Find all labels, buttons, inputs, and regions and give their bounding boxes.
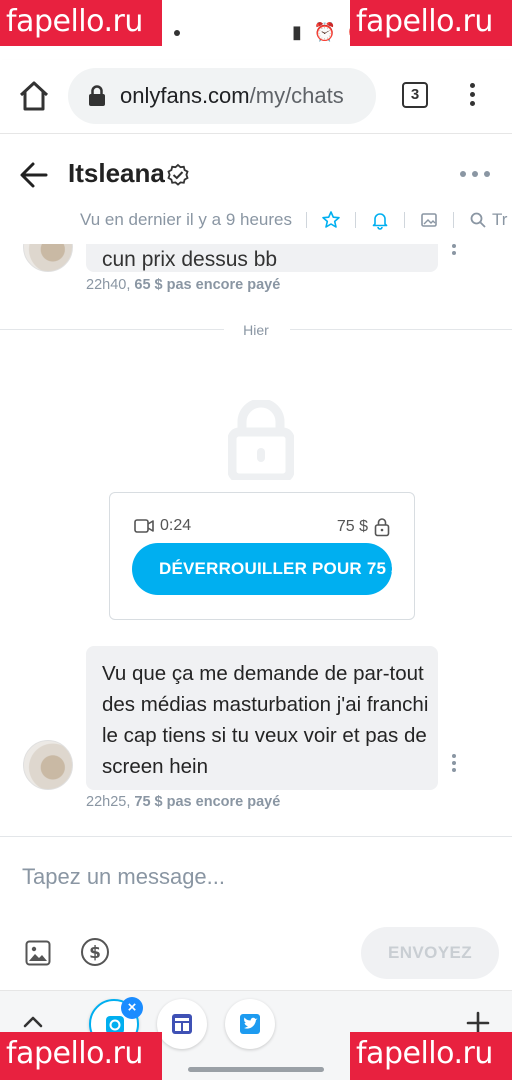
message-bubble[interactable]: Vu que ça me demande de par-tout des méd… xyxy=(86,646,438,790)
message-input[interactable] xyxy=(0,851,512,903)
close-icon[interactable]: × xyxy=(121,997,143,1019)
unlock-button[interactable]: DÉVERROUILLER POUR 75 $ xyxy=(132,543,392,595)
star-icon[interactable] xyxy=(321,210,341,230)
message-meta: 22h40, 65 $ pas encore payé xyxy=(86,277,280,293)
message-list[interactable]: cun prix dessus bb 22h40, 65 $ pas encor… xyxy=(0,244,512,836)
message-options-icon[interactable] xyxy=(451,754,457,776)
battery-saver-icon: ▮ xyxy=(292,22,302,42)
locked-media-icon xyxy=(228,400,294,480)
app-shortcut-twitter[interactable] xyxy=(225,999,275,1049)
watermark-bottom-right: fapello.ru xyxy=(350,1032,512,1080)
message-meta: 22h25, 75 $ pas encore payé xyxy=(86,794,280,810)
home-icon[interactable] xyxy=(16,78,52,114)
video-duration: 0:24 xyxy=(134,517,191,535)
chat-options-icon[interactable] xyxy=(460,168,490,180)
notification-dot xyxy=(174,30,180,36)
watermark-bottom-left: fapello.ru xyxy=(0,1032,162,1080)
svg-text:$: $ xyxy=(89,943,101,963)
ppv-media-card: 0:24 75 $ DÉVERROUILLER POUR 75 $ xyxy=(109,492,415,620)
message-text: Vu que ça me demande de par-tout des méd… xyxy=(102,662,429,778)
chat-header: Itsleana Vu en dernier il y a 9 heures T… xyxy=(0,134,512,244)
send-button[interactable]: ENVOYEZ xyxy=(361,927,499,979)
day-divider-label: Hier xyxy=(243,322,269,338)
avatar[interactable] xyxy=(23,740,73,790)
chat-subheader: Vu en dernier il y a 9 heures Tr xyxy=(80,208,507,232)
message-time: 22h25, xyxy=(86,794,131,810)
address-bar[interactable]: onlyfans.com/my/chats xyxy=(68,68,376,124)
search-icon[interactable] xyxy=(468,210,488,230)
message-options-icon[interactable] xyxy=(451,244,457,266)
watermark-top-right: fapello.ru xyxy=(350,0,512,46)
ppv-price: 75 $ xyxy=(337,517,390,537)
message-price-status: 75 $ pas encore payé xyxy=(134,794,281,810)
video-icon xyxy=(134,519,154,533)
chat-contact-name[interactable]: Itsleana xyxy=(68,158,165,189)
search-label[interactable]: Tr xyxy=(492,210,507,230)
message-time: 22h40, xyxy=(86,277,131,293)
image-attach-icon[interactable] xyxy=(24,939,52,967)
twitter-icon xyxy=(240,1014,260,1034)
browser-toolbar: onlyfans.com/my/chats 3 xyxy=(0,60,512,134)
message-composer: $ ENVOYEZ xyxy=(0,836,512,990)
avatar[interactable] xyxy=(23,244,73,272)
back-arrow-icon[interactable] xyxy=(18,160,50,190)
news-icon xyxy=(172,1014,192,1034)
day-divider: Hier xyxy=(0,320,512,340)
url-text: onlyfans.com/my/chats xyxy=(120,83,344,109)
app-shortcut-news[interactable] xyxy=(157,999,207,1049)
chevron-up-icon[interactable] xyxy=(22,1013,44,1029)
gallery-icon[interactable] xyxy=(419,210,439,230)
alarm-icon: ⏰ xyxy=(313,22,337,42)
url-path: /my/chats xyxy=(249,83,344,108)
last-seen-text: Vu en dernier il y a 9 heures xyxy=(80,210,292,229)
bell-icon[interactable] xyxy=(370,210,390,230)
lock-icon xyxy=(89,85,105,106)
message-bubble[interactable]: cun prix dessus bb xyxy=(86,244,438,272)
tip-dollar-icon[interactable]: $ xyxy=(80,937,110,967)
url-domain: onlyfans.com xyxy=(120,83,250,108)
tab-switcher-button[interactable]: 3 xyxy=(402,82,428,108)
message-text: cun prix dessus bb xyxy=(102,248,278,271)
browser-menu-icon[interactable] xyxy=(462,80,482,112)
gesture-home-indicator[interactable] xyxy=(188,1067,324,1072)
verified-badge-icon xyxy=(167,163,189,186)
price-lock-icon xyxy=(374,518,390,537)
message-price-status: 65 $ pas encore payé xyxy=(134,277,281,293)
watermark-top-left: fapello.ru xyxy=(0,0,162,46)
